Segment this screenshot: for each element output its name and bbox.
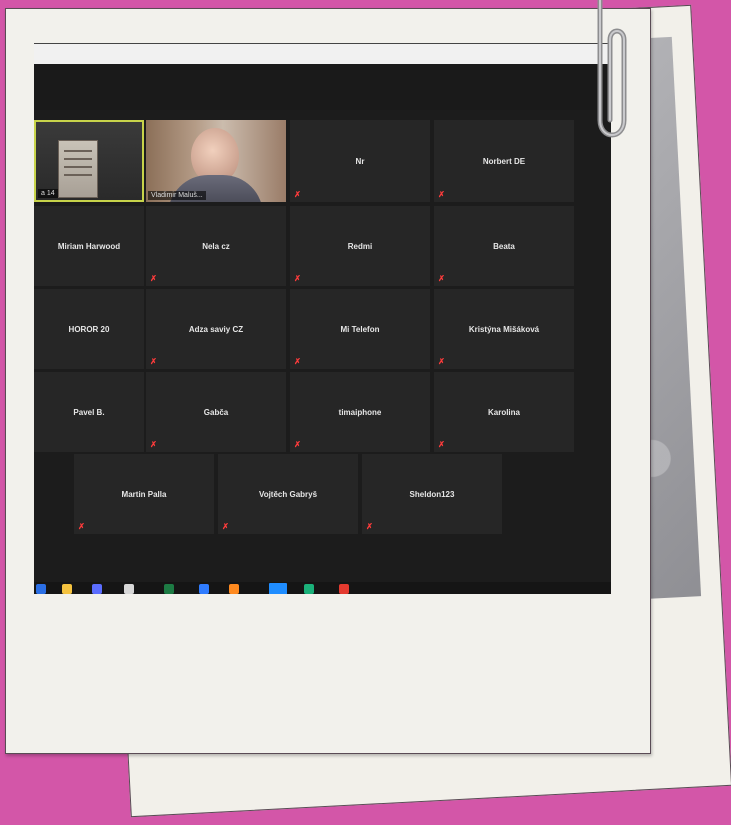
participant-tile[interactable]: Redmi ✗ — [290, 206, 430, 286]
participant-tile[interactable]: Nr ✗ — [290, 120, 430, 202]
participant-tile[interactable]: Karolina ✗ — [434, 372, 574, 452]
participant-name: timaiphone — [338, 407, 382, 417]
participant-tile[interactable]: Beata ✗ — [434, 206, 574, 286]
paper-sheet — [58, 140, 98, 198]
muted-mic-icon: ✗ — [294, 440, 301, 449]
participant-name: Karolina — [487, 407, 520, 417]
participant-name: Norbert DE — [482, 156, 526, 166]
participant-tile[interactable]: Sheldon123 ✗ — [362, 454, 502, 534]
participant-name: Adza saviy CZ — [188, 324, 244, 334]
participant-tile[interactable]: Kristýna Mišáková ✗ — [434, 289, 574, 369]
muted-mic-icon: ✗ — [78, 522, 85, 531]
firefox-icon[interactable] — [229, 584, 239, 594]
participant-name: Nr — [355, 156, 365, 166]
participant-tile[interactable]: Miriam Harwood — [34, 206, 144, 286]
vscode-icon[interactable] — [199, 584, 209, 594]
paperclip-icon — [597, 0, 627, 138]
video-tile-2[interactable]: Vladimir Maluš... — [146, 120, 286, 202]
participant-tile[interactable]: Vojtěch Gabryš ✗ — [218, 454, 358, 534]
participant-tile[interactable]: Pavel B. — [34, 372, 144, 452]
office-icon[interactable] — [339, 584, 349, 594]
video-tile-label: Vladimir Maluš... — [148, 191, 206, 200]
participant-tile[interactable]: Martin Palla ✗ — [74, 454, 214, 534]
muted-mic-icon: ✗ — [150, 440, 157, 449]
muted-mic-icon: ✗ — [294, 190, 301, 199]
participant-name: Beata — [493, 241, 515, 251]
participant-name: Gabča — [203, 407, 229, 417]
participant-name: Kristýna Mišáková — [468, 324, 540, 334]
window-top-bar — [34, 44, 611, 64]
participant-name: Martin Palla — [121, 489, 167, 499]
muted-mic-icon: ✗ — [150, 357, 157, 366]
muted-mic-icon: ✗ — [438, 190, 445, 199]
participant-tile[interactable]: Mi Telefon ✗ — [290, 289, 430, 369]
muted-mic-icon: ✗ — [222, 522, 229, 531]
muted-mic-icon: ✗ — [294, 357, 301, 366]
windows-icon[interactable] — [36, 584, 46, 594]
participant-tile[interactable]: Gabča ✗ — [146, 372, 286, 452]
participant-tile[interactable]: Norbert DE ✗ — [434, 120, 574, 202]
muted-mic-icon: ✗ — [438, 440, 445, 449]
participant-tile[interactable]: Nela cz ✗ — [146, 206, 286, 286]
windows-taskbar — [34, 582, 611, 594]
participant-name: Pavel B. — [73, 407, 105, 417]
xbox-icon[interactable] — [304, 584, 314, 594]
muted-mic-icon: ✗ — [438, 274, 445, 283]
video-tile-1[interactable]: a 14 — [34, 120, 144, 202]
excel-icon[interactable] — [164, 584, 174, 594]
store-icon[interactable] — [124, 584, 134, 594]
muted-mic-icon: ✗ — [294, 274, 301, 283]
participant-name: Miriam Harwood — [57, 241, 121, 251]
participant-tile[interactable]: Adza saviy CZ ✗ — [146, 289, 286, 369]
participant-name: Sheldon123 — [409, 489, 455, 499]
participant-name: Vojtěch Gabryš — [258, 489, 318, 499]
participant-tile[interactable]: HOROR 20 — [34, 289, 144, 369]
front-polaroid-frame: a 14 Vladimir Maluš... Nr ✗ Norbert DE ✗… — [5, 8, 651, 754]
participant-name: Nela cz — [202, 241, 230, 251]
meeting-toolbar — [34, 64, 611, 110]
folder-icon[interactable] — [62, 584, 72, 594]
participant-name: Mi Telefon — [340, 324, 380, 334]
muted-mic-icon: ✗ — [366, 522, 373, 531]
participant-tile[interactable]: timaiphone ✗ — [290, 372, 430, 452]
participant-name: Redmi — [347, 241, 373, 251]
zoom-icon[interactable] — [269, 583, 287, 594]
calculator-icon[interactable] — [92, 584, 102, 594]
muted-mic-icon: ✗ — [438, 357, 445, 366]
muted-mic-icon: ✗ — [150, 274, 157, 283]
video-tile-label: a 14 — [38, 189, 58, 198]
zoom-screenshot: a 14 Vladimir Maluš... Nr ✗ Norbert DE ✗… — [34, 43, 611, 594]
participant-name: HOROR 20 — [68, 324, 110, 334]
